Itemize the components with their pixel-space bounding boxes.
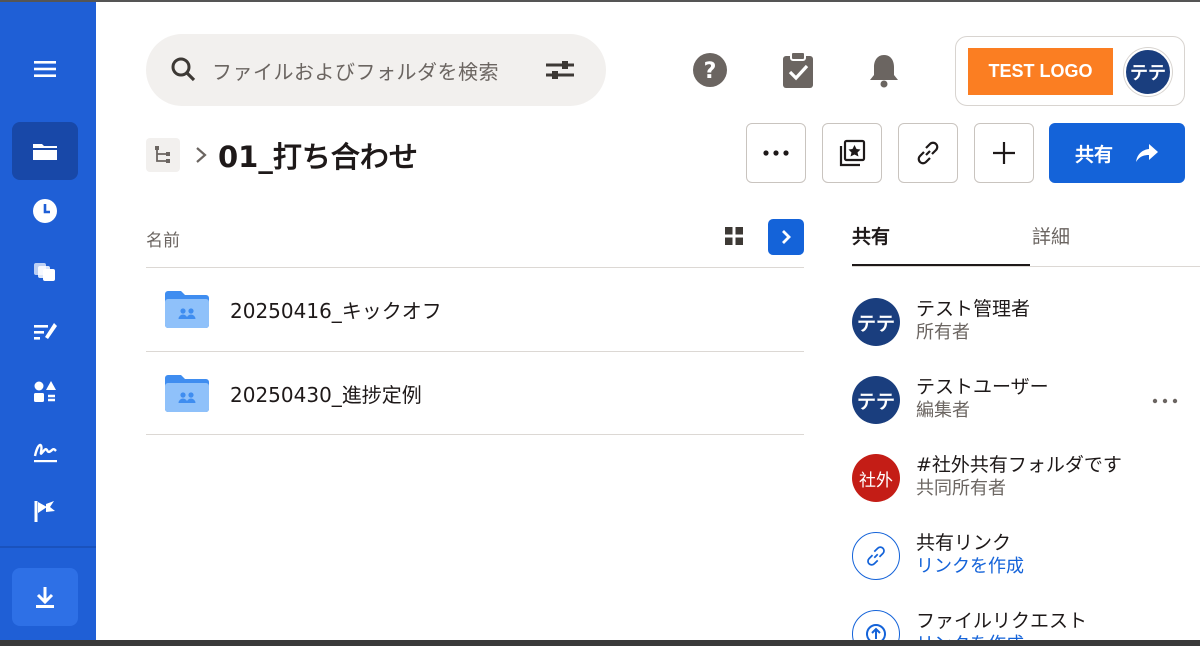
user-avatar[interactable]: テテ <box>1124 48 1172 96</box>
apps-icon <box>34 381 56 402</box>
file-name: 20250430_進捗定例 <box>230 382 422 407</box>
clipboard-check-icon <box>783 51 813 88</box>
tasks-button[interactable] <box>780 50 816 90</box>
account-area: TEST LOGO テテ <box>955 36 1185 106</box>
sidebar <box>0 2 96 640</box>
share-link-title: 共有リンク <box>916 532 1012 554</box>
grid-view-icon[interactable] <box>724 226 744 246</box>
ellipsis-icon <box>763 150 789 156</box>
chevron-right-icon <box>782 230 791 244</box>
team-logo: TEST LOGO <box>968 48 1113 95</box>
divider <box>146 434 804 435</box>
filter-settings-icon[interactable] <box>544 59 576 81</box>
menu-button[interactable] <box>12 40 78 98</box>
member-avatar: テテ <box>852 376 900 424</box>
search-icon <box>171 57 196 82</box>
file-name: 20250416_キックオフ <box>230 298 442 323</box>
file-request-title: ファイルリクエスト <box>916 610 1088 632</box>
app-window: ファイルおよびフォルダを検索 ? TEST LOGO テテ 01_打ち合わせ 共… <box>0 0 1200 640</box>
sidebar-item-recent[interactable] <box>12 182 78 240</box>
signature-icon <box>33 443 57 463</box>
sidebar-divider <box>0 546 96 548</box>
toggle-info-panel-button[interactable] <box>768 219 804 255</box>
search-input[interactable]: ファイルおよびフォルダを検索 <box>212 56 499 85</box>
tab-share[interactable]: 共有 <box>852 222 890 249</box>
svg-text:?: ? <box>704 59 717 84</box>
download-app-button[interactable] <box>12 568 78 626</box>
divider <box>852 266 1200 267</box>
member-options-button[interactable] <box>1152 386 1178 410</box>
link-icon <box>917 141 939 165</box>
help-button[interactable]: ? <box>692 50 728 90</box>
ellipsis-icon <box>1152 398 1178 404</box>
shared-folder-icon <box>165 375 209 412</box>
more-actions-button[interactable] <box>746 123 806 183</box>
member-role: 共同所有者 <box>916 478 1006 499</box>
link-icon <box>867 546 885 566</box>
document-edit-icon <box>34 323 57 340</box>
upload-icon <box>866 624 886 640</box>
plus-icon <box>993 142 1015 164</box>
sidebar-item-photos[interactable] <box>12 242 78 300</box>
share-button[interactable]: 共有 <box>1049 123 1185 183</box>
notifications-button[interactable] <box>866 50 902 90</box>
folder-tree-button[interactable] <box>146 138 180 172</box>
member-row[interactable]: 社外 #社外共有フォルダです 共同所有者 <box>852 450 1200 506</box>
stack-icon <box>34 263 55 281</box>
member-row[interactable]: テテ テスト管理者 所有者 <box>852 294 1200 350</box>
sidebar-item-paper[interactable] <box>12 302 78 360</box>
member-name: テスト管理者 <box>916 298 1031 320</box>
sidebar-item-signature[interactable] <box>12 422 78 480</box>
bell-icon <box>870 55 898 88</box>
folder-icon <box>33 144 57 160</box>
sidebar-item-apps[interactable] <box>12 362 78 420</box>
file-request-row[interactable]: ファイルリクエスト リンクを作成 <box>852 606 1200 640</box>
share-link-row[interactable]: 共有リンク リンクを作成 <box>852 528 1200 584</box>
member-avatar: テテ <box>852 298 900 346</box>
clock-icon <box>33 199 57 223</box>
create-share-link[interactable]: リンクを作成 <box>916 552 1024 578</box>
column-header-name[interactable]: 名前 <box>146 226 180 251</box>
member-role: 所有者 <box>916 322 970 343</box>
member-avatar: 社外 <box>852 454 900 502</box>
page-title: 01_打ち合わせ <box>218 140 418 174</box>
folder-tree-icon <box>155 146 170 163</box>
starred-copy-icon <box>839 139 866 167</box>
share-link-icon-circle <box>852 532 900 580</box>
member-role: 編集者 <box>916 400 970 421</box>
create-button[interactable] <box>974 123 1034 183</box>
hamburger-icon <box>34 61 56 77</box>
star-button[interactable] <box>822 123 882 183</box>
file-request-icon-circle <box>852 610 900 640</box>
share-arrow-icon <box>1136 144 1158 162</box>
member-name: #社外共有フォルダです <box>916 454 1122 476</box>
create-file-request-link[interactable]: リンクを作成 <box>916 630 1024 640</box>
chevron-right-icon <box>196 147 207 163</box>
tab-details[interactable]: 詳細 <box>1032 222 1070 249</box>
member-name: テストユーザー <box>916 376 1049 398</box>
member-row[interactable]: テテ テストユーザー 編集者 <box>852 372 1200 428</box>
shared-folder-icon <box>165 291 209 328</box>
help-icon: ? <box>693 53 727 87</box>
copy-link-button[interactable] <box>898 123 958 183</box>
sidebar-item-replay[interactable] <box>12 482 78 540</box>
breadcrumb: 01_打ち合わせ <box>146 134 418 176</box>
list-item[interactable]: 20250416_キックオフ <box>146 268 804 350</box>
sidebar-item-files[interactable] <box>12 122 78 180</box>
download-icon <box>36 587 54 608</box>
share-button-label: 共有 <box>1074 143 1113 166</box>
flag-icon <box>34 501 55 522</box>
search-bar[interactable]: ファイルおよびフォルダを検索 <box>146 34 606 106</box>
list-item[interactable]: 20250430_進捗定例 <box>146 352 804 434</box>
